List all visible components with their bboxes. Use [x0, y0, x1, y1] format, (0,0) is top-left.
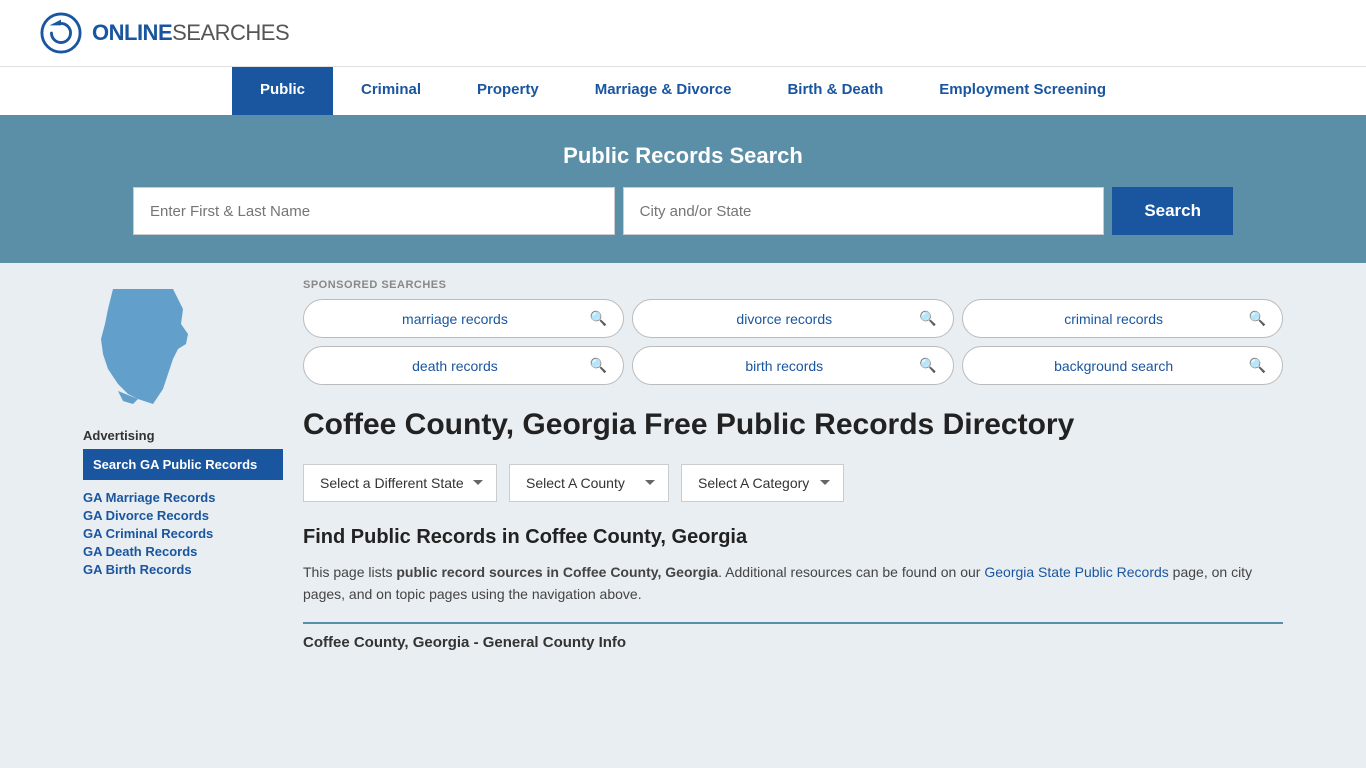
sponsored-item-background-text: background search — [979, 358, 1249, 374]
logo[interactable]: ONLINE SEARCHES — [40, 12, 289, 54]
sidebar-link-marriage[interactable]: GA Marriage Records — [83, 490, 283, 505]
main-content: SPONSORED SEARCHES marriage records 🔍 di… — [303, 279, 1283, 651]
location-input[interactable] — [623, 187, 1105, 235]
sponsored-label: SPONSORED SEARCHES — [303, 279, 1283, 291]
sponsored-item-criminal[interactable]: criminal records 🔍 — [962, 299, 1283, 338]
sponsored-item-birth-text: birth records — [649, 358, 919, 374]
state-dropdown[interactable]: Select a Different State — [303, 464, 497, 502]
sidebar-ad-block[interactable]: Search GA Public Records — [83, 449, 283, 480]
search-form: Search — [133, 187, 1233, 235]
find-desc-2: . Additional resources can be found on o… — [718, 564, 984, 580]
main-wrapper: Advertising Search GA Public Records GA … — [63, 263, 1303, 667]
search-icon-divorce: 🔍 — [919, 310, 936, 327]
search-banner: Public Records Search Search — [0, 115, 1366, 263]
nav-birth-death[interactable]: Birth & Death — [759, 67, 911, 115]
nav-public[interactable]: Public — [232, 67, 333, 115]
nav-employment[interactable]: Employment Screening — [911, 67, 1134, 115]
county-dropdown[interactable]: Select A County — [509, 464, 669, 502]
nav-marriage-divorce[interactable]: Marriage & Divorce — [567, 67, 760, 115]
search-button[interactable]: Search — [1112, 187, 1233, 235]
sponsored-item-marriage-text: marriage records — [320, 311, 590, 327]
page-title: Coffee County, Georgia Free Public Recor… — [303, 405, 1283, 444]
nav-property[interactable]: Property — [449, 67, 567, 115]
name-input[interactable] — [133, 187, 615, 235]
search-banner-title: Public Records Search — [40, 143, 1326, 169]
georgia-state-records-link[interactable]: Georgia State Public Records — [984, 564, 1168, 580]
search-icon-marriage: 🔍 — [590, 310, 607, 327]
search-icon-criminal: 🔍 — [1249, 310, 1266, 327]
georgia-map-icon — [83, 279, 203, 409]
sponsored-item-divorce[interactable]: divorce records 🔍 — [632, 299, 953, 338]
dropdowns-row: Select a Different State Select A County… — [303, 464, 1283, 502]
search-icon-death: 🔍 — [590, 357, 607, 374]
sponsored-item-background[interactable]: background search 🔍 — [962, 346, 1283, 385]
category-dropdown[interactable]: Select A Category — [681, 464, 844, 502]
main-nav: Public Criminal Property Marriage & Divo… — [0, 66, 1366, 115]
nav-criminal[interactable]: Criminal — [333, 67, 449, 115]
sidebar-link-death[interactable]: GA Death Records — [83, 544, 283, 559]
sidebar-advertising-label: Advertising — [83, 428, 283, 443]
state-map — [83, 279, 283, 412]
sponsored-item-death-text: death records — [320, 358, 590, 374]
find-desc-bold: public record sources in Coffee County, … — [396, 564, 718, 580]
sidebar-link-criminal[interactable]: GA Criminal Records — [83, 526, 283, 541]
site-header: ONLINE SEARCHES — [0, 0, 1366, 66]
find-description: This page lists public record sources in… — [303, 561, 1283, 606]
sidebar-link-birth[interactable]: GA Birth Records — [83, 562, 283, 577]
sidebar-link-divorce[interactable]: GA Divorce Records — [83, 508, 283, 523]
sponsored-item-criminal-text: criminal records — [979, 311, 1249, 327]
sponsored-item-divorce-text: divorce records — [649, 311, 919, 327]
find-desc-1: This page lists — [303, 564, 396, 580]
sponsored-grid: marriage records 🔍 divorce records 🔍 cri… — [303, 299, 1283, 385]
sidebar-links: GA Marriage Records GA Divorce Records G… — [83, 490, 283, 577]
sponsored-item-birth[interactable]: birth records 🔍 — [632, 346, 953, 385]
logo-online: ONLINE — [92, 20, 172, 46]
sponsored-item-marriage[interactable]: marriage records 🔍 — [303, 299, 624, 338]
logo-icon — [40, 12, 82, 54]
search-icon-birth: 🔍 — [919, 357, 936, 374]
find-title: Find Public Records in Coffee County, Ge… — [303, 526, 1283, 549]
search-icon-background: 🔍 — [1249, 357, 1266, 374]
logo-text: ONLINE SEARCHES — [92, 20, 289, 46]
logo-searches: SEARCHES — [172, 20, 289, 46]
county-info-header: Coffee County, Georgia - General County … — [303, 622, 1283, 651]
sponsored-item-death[interactable]: death records 🔍 — [303, 346, 624, 385]
sidebar: Advertising Search GA Public Records GA … — [83, 279, 283, 651]
